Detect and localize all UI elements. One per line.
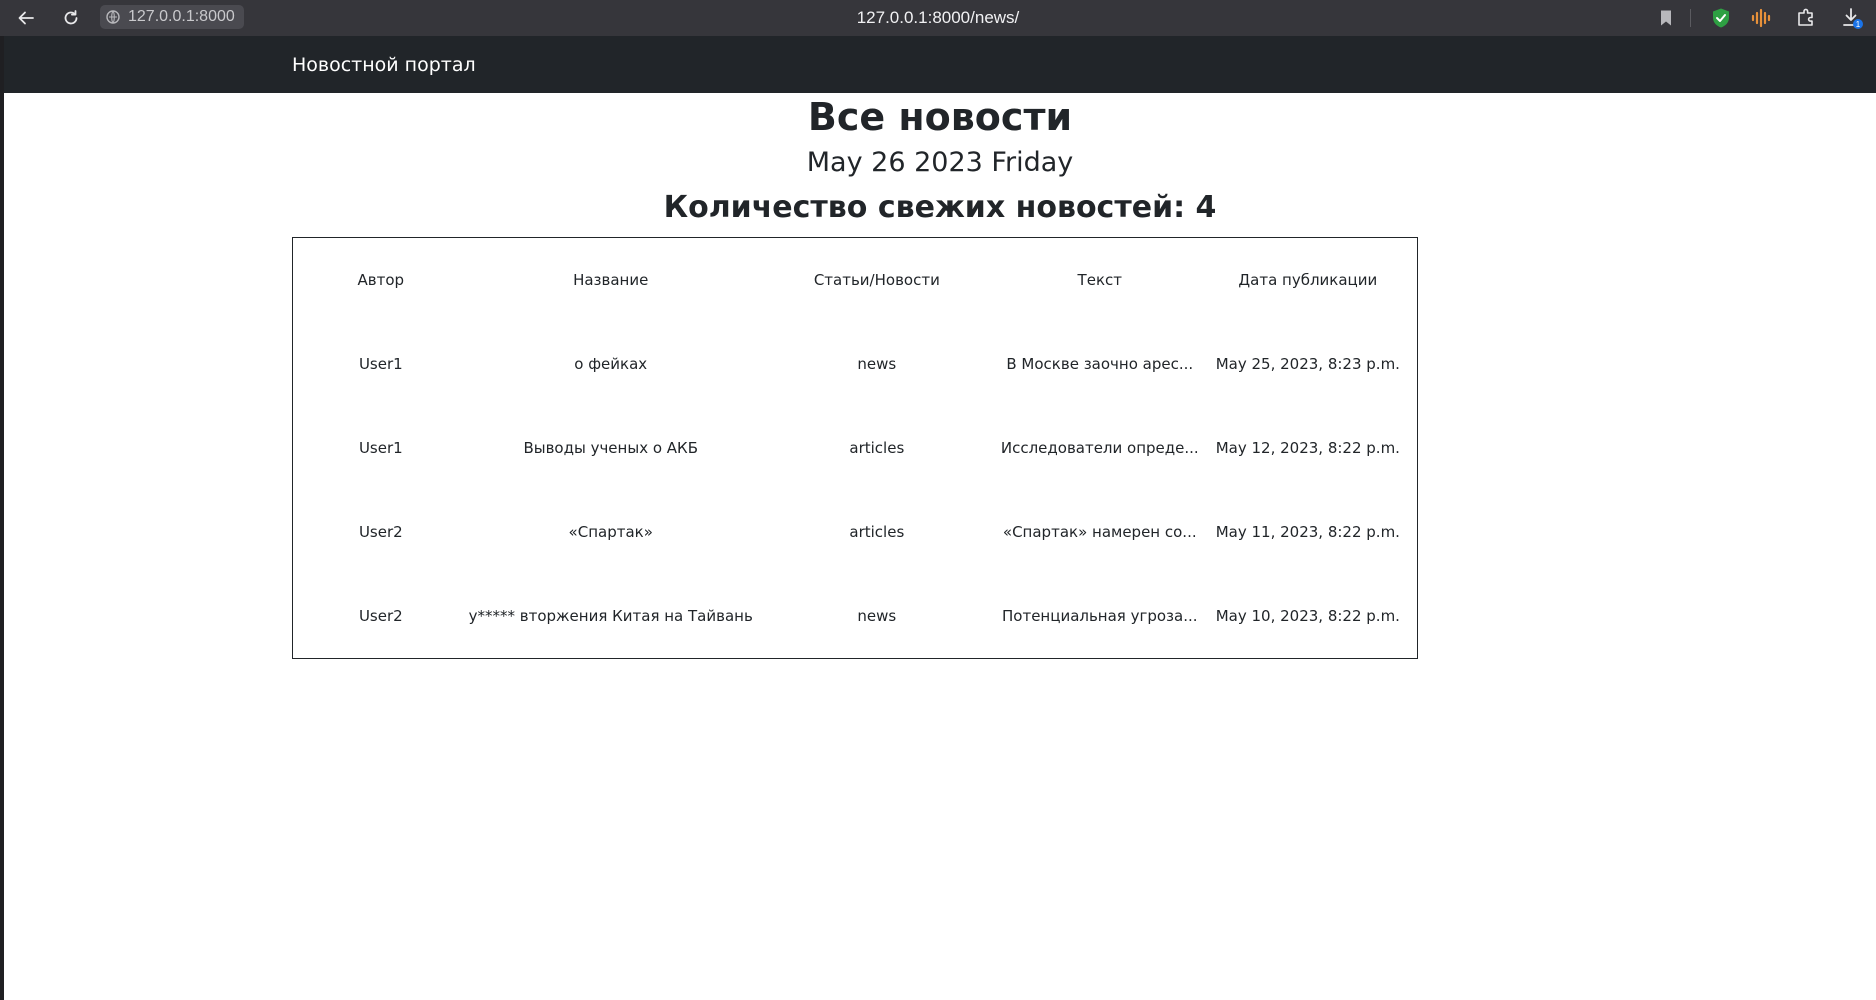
- cell-date: May 12, 2023, 8:22 p.m.: [1215, 439, 1400, 457]
- table-row: User2 у***** вторжения Китая на Тайвань …: [293, 574, 1418, 659]
- cell-title: «Спартак»: [568, 523, 653, 541]
- cell-date: May 11, 2023, 8:22 p.m.: [1215, 523, 1400, 541]
- cell-type: articles: [849, 523, 905, 541]
- site-navbar: Новостной портал: [4, 36, 1876, 93]
- header-date: Дата публикации: [1238, 271, 1378, 289]
- header-text: Текст: [1077, 271, 1122, 289]
- audio-extension-icon[interactable]: [1749, 6, 1775, 30]
- brand-link[interactable]: Новостной портал: [292, 54, 476, 76]
- table-row: User1 о фейках news В Москве заочно арес…: [293, 322, 1418, 406]
- browser-toolbar: 127.0.0.1:8000 127.0.0.1:8000/news/ 1: [0, 0, 1876, 36]
- cell-title: Выводы ученых о АКБ: [523, 439, 698, 457]
- reload-icon[interactable]: [59, 6, 83, 30]
- cell-author: User1: [358, 439, 403, 457]
- cell-date: May 10, 2023, 8:22 p.m.: [1215, 607, 1400, 625]
- cell-text: Исследователи опреде...: [1000, 439, 1199, 457]
- table-row: User1 Выводы ученых о АКБ articles Иссле…: [293, 406, 1418, 490]
- header-author: Автор: [357, 271, 405, 289]
- window-edge: [0, 36, 4, 1000]
- cell-title: у***** вторжения Китая на Тайвань: [468, 607, 753, 625]
- cell-text: «Спартак» намерен со...: [1002, 523, 1197, 541]
- download-icon[interactable]: 1: [1839, 6, 1865, 30]
- address-bar[interactable]: 127.0.0.1:8000/news/: [0, 8, 1876, 28]
- cell-author: User1: [358, 355, 403, 373]
- cell-type: news: [857, 607, 897, 625]
- site-info-chip[interactable]: 127.0.0.1:8000: [100, 5, 244, 29]
- cell-author: User2: [358, 523, 403, 541]
- bookmark-icon[interactable]: [1653, 6, 1679, 30]
- cell-text: В Москве заочно арес...: [1006, 355, 1194, 373]
- address-url[interactable]: 127.0.0.1:8000/news/: [857, 8, 1020, 27]
- cell-type: news: [857, 355, 897, 373]
- news-count: Количество свежих новостей: 4: [663, 190, 1217, 225]
- current-date: May 26 2023 Friday: [806, 147, 1074, 178]
- site-info-icon: [104, 8, 122, 26]
- cell-text: Потенциальная угроза...: [1002, 607, 1198, 625]
- site-chip-label: 127.0.0.1:8000: [128, 8, 235, 25]
- extensions-puzzle-icon[interactable]: [1794, 6, 1820, 30]
- download-badge: 1: [1856, 20, 1861, 29]
- cell-type: articles: [849, 439, 905, 457]
- cell-date: May 25, 2023, 8:23 p.m.: [1215, 355, 1400, 373]
- header-title: Название: [573, 271, 649, 289]
- header-type: Статьи/Новости: [813, 271, 940, 289]
- cell-author: User2: [358, 607, 403, 625]
- table-row: User2 «Спартак» articles «Спартак» намер…: [293, 490, 1418, 574]
- cell-title: о фейках: [574, 355, 648, 373]
- shield-extension-icon[interactable]: [1708, 6, 1734, 30]
- toolbar-separator: [1690, 9, 1691, 27]
- page-title: Все новости: [807, 95, 1073, 139]
- table-header-row: Автор Название Статьи/Новости Текст Дата…: [293, 238, 1418, 323]
- news-table: Автор Название Статьи/Новости Текст Дата…: [292, 237, 1418, 659]
- back-arrow-icon[interactable]: [14, 6, 38, 30]
